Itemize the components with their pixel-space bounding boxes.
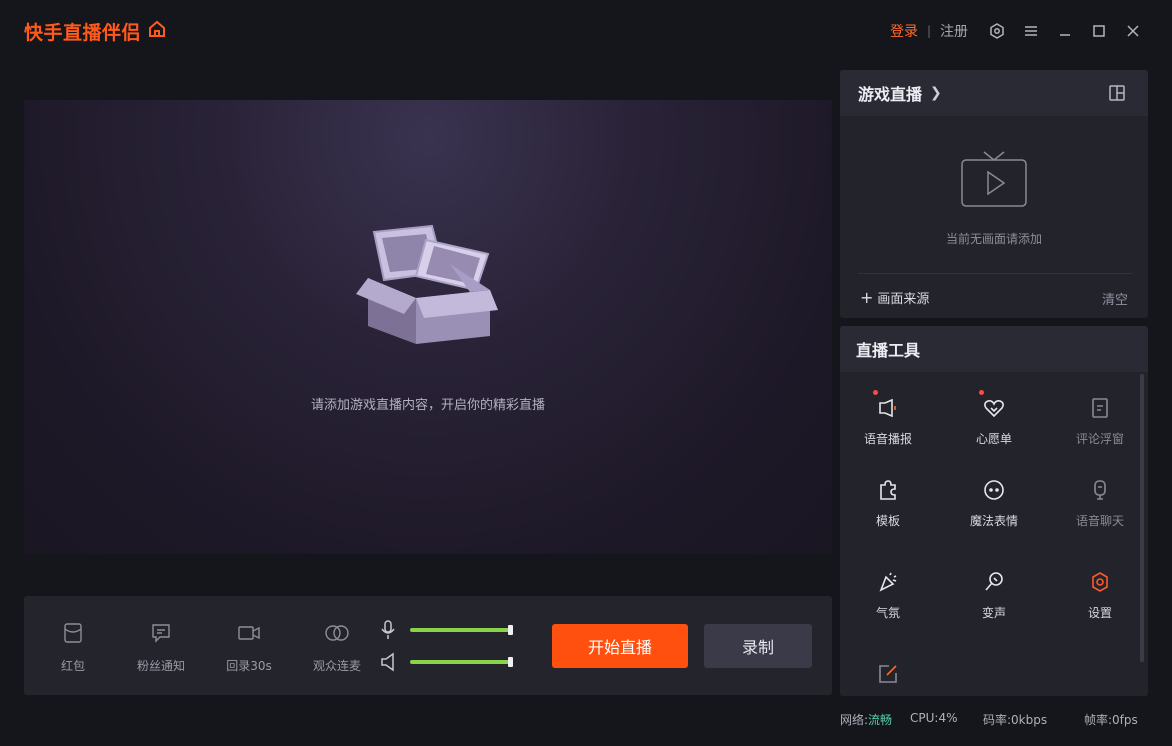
speaker-control <box>380 652 396 672</box>
tool-label: 设置 <box>1087 606 1112 620</box>
menu-icon[interactable] <box>1014 18 1048 44</box>
tool-atmosphere[interactable]: 气氛 <box>843 570 933 621</box>
tools-panel-title: 直播工具 <box>856 341 921 360</box>
mic-volume-slider[interactable] <box>410 625 513 635</box>
game-panel-title: 游戏直播 <box>858 85 923 104</box>
tool-label: 评论浮窗 <box>1075 432 1124 446</box>
co-host-label: 观众连麦 <box>312 659 361 673</box>
replay-button[interactable]: 回录30s <box>214 622 284 674</box>
puzzle-icon <box>880 480 896 500</box>
fan-notify-icon <box>152 624 170 643</box>
window-controls: 登录 | 注册 <box>890 18 1150 44</box>
co-host-button[interactable]: 观众连麦 <box>302 622 372 674</box>
bottom-toolbar: 红包 粉丝通知 回录30s 观众连麦 开始直播 录制 <box>24 596 832 695</box>
maximize-icon[interactable] <box>1082 18 1116 44</box>
speaker-volume-knob[interactable] <box>508 657 513 667</box>
game-panel-header[interactable]: 游戏直播 ❯ <box>840 70 1148 116</box>
source-empty-state: 当前无画面请添加 <box>840 116 1148 274</box>
party-popper-icon <box>879 572 897 592</box>
title-bar: 快手直播伴侣 登录 | 注册 <box>0 0 1172 60</box>
tool-label: 气氛 <box>875 606 900 620</box>
tool-comment-window[interactable]: 评论浮窗 <box>1055 396 1145 447</box>
tools-scrollbar[interactable] <box>1140 374 1144 662</box>
bitrate-status: 码率:0kbps <box>983 713 1048 727</box>
close-icon[interactable] <box>1116 18 1150 44</box>
tools-grid: 语音播报 心愿单 评论浮窗 模板 魔法表情 语音聊天 气氛 变声 设置 <box>840 372 1140 696</box>
tool-label: 语音播报 <box>863 432 912 446</box>
tool-magic-face[interactable]: 魔法表情 <box>949 478 1039 529</box>
notification-dot <box>873 390 878 395</box>
live-tools-panel: 直播工具 语音播报 心愿单 评论浮窗 模板 魔法表情 语音聊天 气氛 变声 设置 <box>840 326 1148 696</box>
tool-voice-chat[interactable]: 语音聊天 <box>1055 478 1145 529</box>
speaker-icon[interactable] <box>380 652 396 672</box>
comment-window-icon <box>1092 398 1108 418</box>
cpu-status: CPU:4% <box>910 711 958 725</box>
edit-icon <box>879 665 897 683</box>
minimize-icon[interactable] <box>1048 18 1082 44</box>
magic-face-icon <box>984 480 1004 500</box>
divider <box>858 273 1132 274</box>
tool-wishlist[interactable]: 心愿单 <box>949 390 1039 447</box>
fps-status: 帧率:0fps <box>1084 713 1138 727</box>
heart-icon <box>984 400 1004 418</box>
skin-icon[interactable] <box>980 18 1014 44</box>
tool-label: 变声 <box>981 606 1006 620</box>
preview-hint: 请添加游戏直播内容，开启你的精彩直播 <box>310 398 545 413</box>
home-icon[interactable] <box>147 19 167 44</box>
mic-control <box>380 620 396 640</box>
red-packet-button[interactable]: 红包 <box>38 622 108 674</box>
tool-label: 模板 <box>875 514 900 528</box>
settings-icon <box>1092 572 1108 592</box>
speaker-volume-slider[interactable] <box>410 657 513 667</box>
network-label: 网络: <box>840 713 869 727</box>
empty-box-illustration <box>354 224 502 352</box>
tool-label: 语音聊天 <box>1075 514 1124 528</box>
tools-panel-header: 直播工具 <box>840 326 1148 372</box>
replay-camera-icon <box>238 626 260 640</box>
tool-voice-changer[interactable]: 变声 <box>949 570 1039 621</box>
red-packet-icon <box>64 623 82 643</box>
notification-dot <box>979 390 984 395</box>
broadcast-icon <box>879 398 896 418</box>
co-host-icon <box>325 625 349 641</box>
red-packet-label: 红包 <box>60 659 85 673</box>
record-button[interactable]: 录制 <box>704 624 812 668</box>
plus-icon: + <box>860 288 874 307</box>
login-link[interactable]: 登录 <box>890 21 918 41</box>
tool-settings[interactable]: 设置 <box>1055 570 1145 621</box>
start-live-button[interactable]: 开始直播 <box>552 624 688 668</box>
replay-label: 回录30s <box>226 659 272 673</box>
live-preview[interactable]: 请添加游戏直播内容，开启你的精彩直播 <box>24 100 832 554</box>
layout-switch-icon[interactable] <box>1108 84 1126 106</box>
tool-edit[interactable] <box>843 662 933 686</box>
register-link[interactable]: 注册 <box>940 21 968 41</box>
voice-chat-icon <box>1094 480 1106 500</box>
game-live-panel: 游戏直播 ❯ 当前无画面请添加 + 画面来源 清空 <box>840 70 1148 318</box>
clear-button[interactable]: 清空 <box>1102 289 1128 308</box>
empty-message: 当前无画面请添加 <box>945 232 1042 246</box>
fan-notify-button[interactable]: 粉丝通知 <box>126 622 196 674</box>
tool-label: 魔法表情 <box>969 514 1018 528</box>
tv-play-icon <box>960 150 1028 214</box>
tool-label: 心愿单 <box>975 432 1012 446</box>
app-title: 快手直播伴侣 <box>24 22 142 44</box>
tool-template[interactable]: 模板 <box>843 478 933 529</box>
add-source-button[interactable]: + 画面来源 <box>860 288 929 307</box>
microphone-icon[interactable] <box>380 620 396 640</box>
separator: | <box>926 24 931 38</box>
network-value: 流畅 <box>868 713 893 727</box>
voice-changer-icon <box>985 572 1003 591</box>
chevron-right-icon: ❯ <box>930 85 942 101</box>
add-source-label: 画面来源 <box>877 292 930 307</box>
mic-volume-knob[interactable] <box>508 625 513 635</box>
network-status: 网络:流畅 <box>840 711 892 728</box>
status-bar: 网络:流畅 CPU:4% 码率:0kbps 帧率:0fps <box>840 711 1160 727</box>
tool-voice-broadcast[interactable]: 语音播报 <box>843 390 933 447</box>
fan-notify-label: 粉丝通知 <box>136 659 185 673</box>
app-logo: 快手直播伴侣 <box>24 18 167 45</box>
